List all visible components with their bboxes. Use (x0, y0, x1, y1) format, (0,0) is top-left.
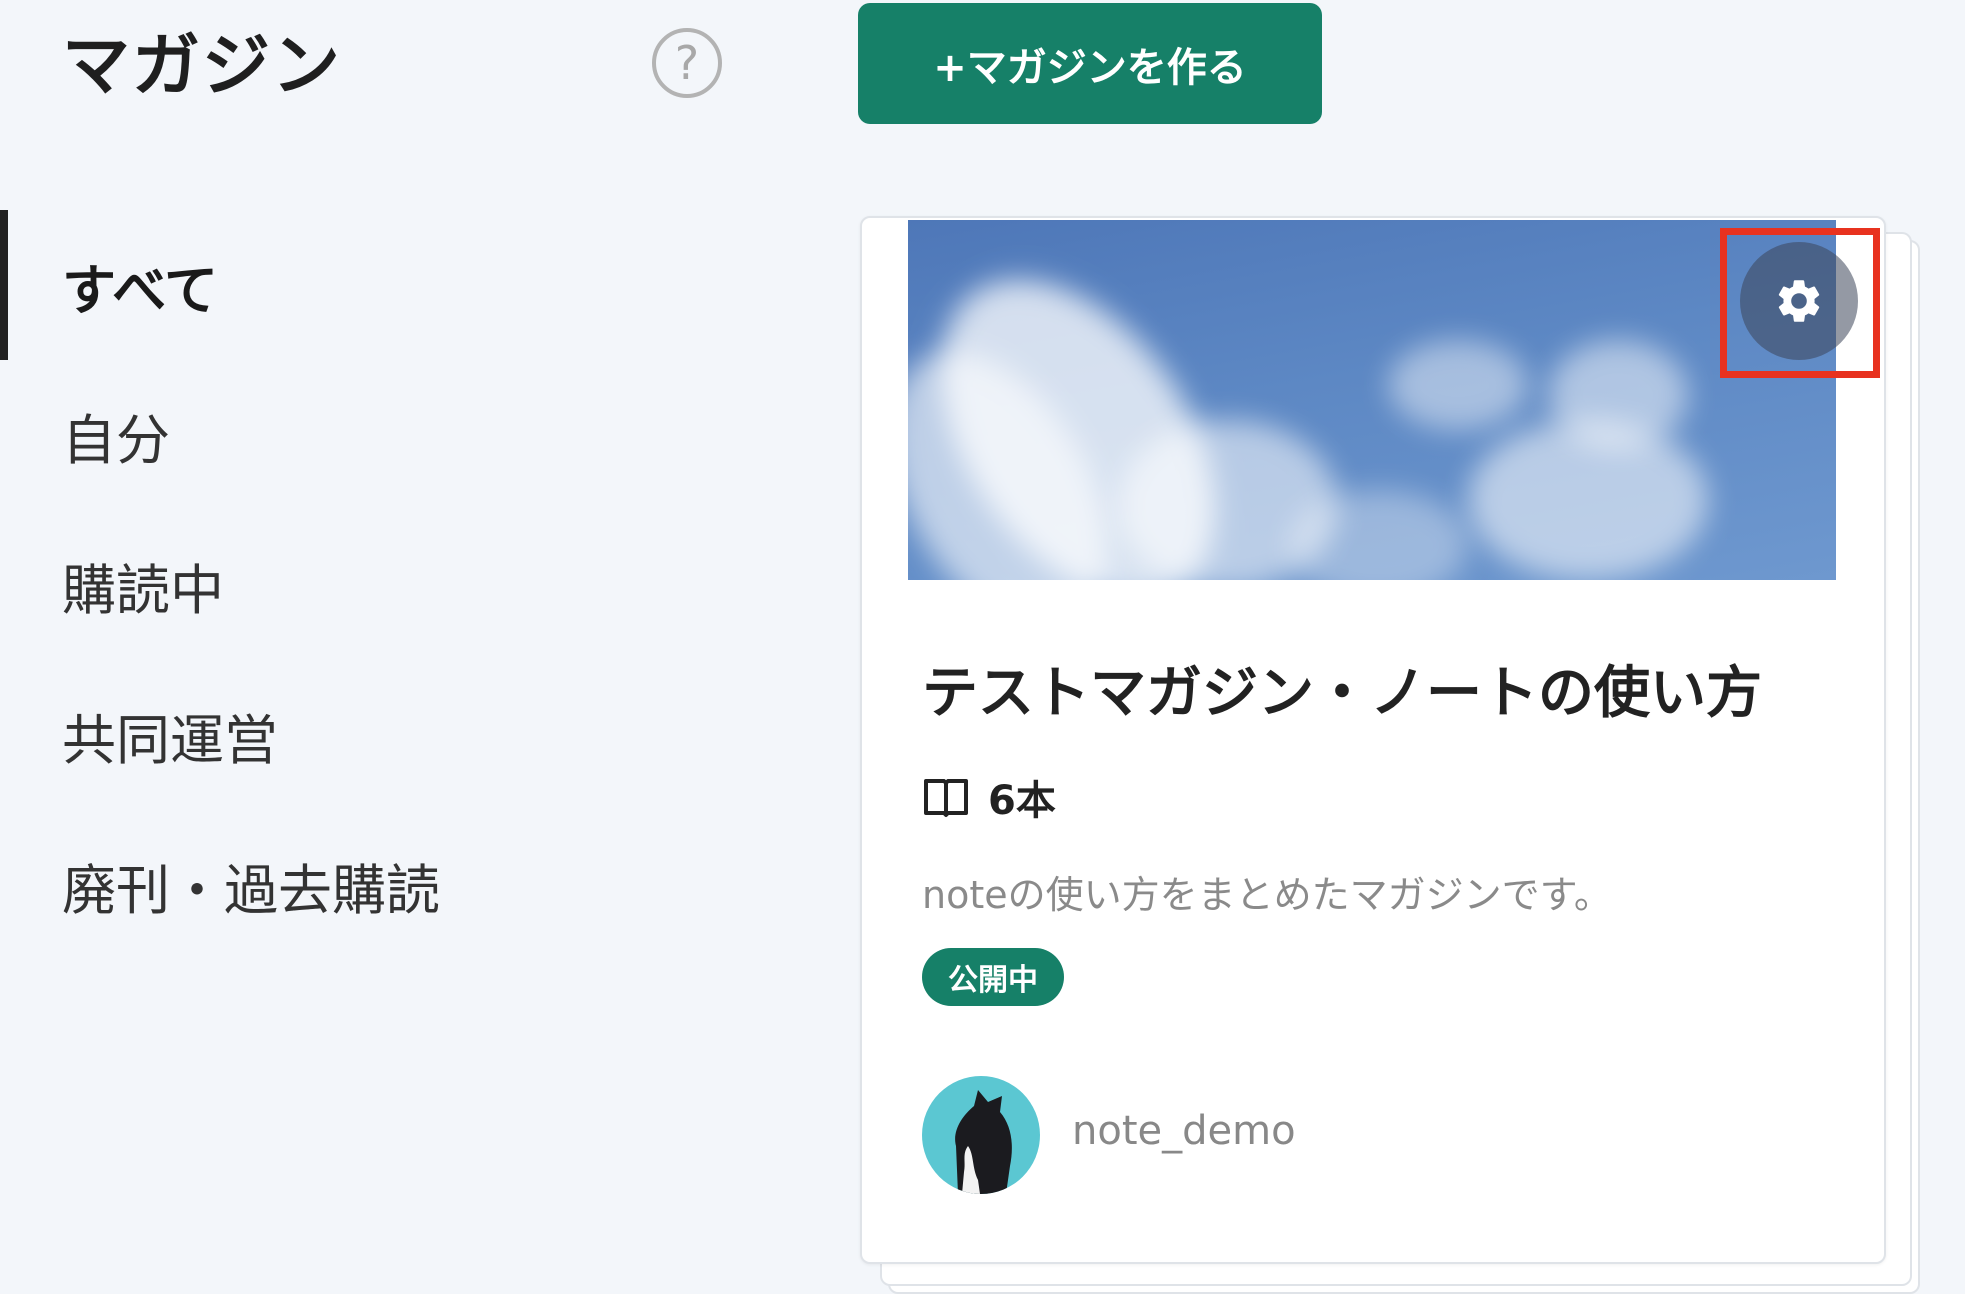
sidebar-item-label: すべて (62, 258, 219, 322)
article-count-label: 6本 (988, 778, 1056, 824)
sidebar-item-label: 廃刊・過去購読 (62, 858, 440, 922)
magazine-card[interactable]: テストマガジン・ノートの使い方 6本 noteの使い方をまとめたマガジンです。 … (860, 216, 1886, 1264)
status-badge: 公開中 (922, 948, 1064, 1006)
help-icon[interactable]: ? (652, 28, 722, 98)
sidebar-item-label: 自分 (62, 408, 170, 472)
sidebar-item-co-managed[interactable]: 共同運営 (0, 660, 600, 810)
sidebar-item-mine[interactable]: 自分 (0, 360, 600, 510)
author-name[interactable]: note_demo (1072, 1108, 1296, 1154)
cat-avatar-icon (955, 1090, 1012, 1194)
sidebar-item-label: 共同運営 (62, 708, 278, 772)
create-magazine-button[interactable]: +マガジンを作る (858, 3, 1322, 124)
magazine-title[interactable]: テストマガジン・ノートの使い方 (922, 648, 1862, 729)
magazine-description: noteの使い方をまとめたマガジンです。 (922, 873, 1612, 917)
cover-image (908, 220, 1836, 580)
sidebar-item-all[interactable]: すべて (0, 210, 600, 360)
avatar[interactable] (922, 1076, 1040, 1194)
sidebar-item-discontinued[interactable]: 廃刊・過去購読 (0, 810, 600, 960)
book-icon (924, 779, 968, 817)
highlight-box (1720, 228, 1880, 378)
sidebar-item-subscribed[interactable]: 購読中 (0, 510, 600, 660)
active-indicator (0, 210, 8, 360)
sidebar-item-label: 購読中 (62, 558, 224, 622)
sidebar-nav: すべて 自分 購読中 共同運営 廃刊・過去購読 (0, 210, 600, 960)
article-count: 6本 (922, 768, 1056, 826)
page-title: マガジン (62, 27, 343, 106)
